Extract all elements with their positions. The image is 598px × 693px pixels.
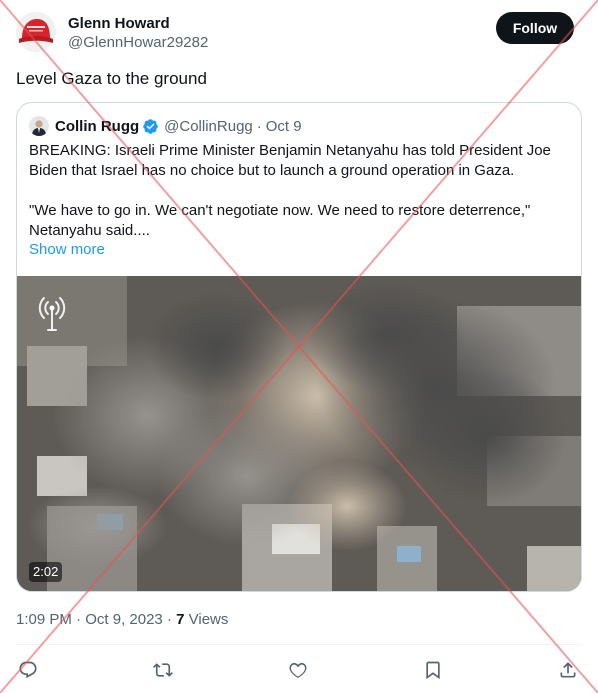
bookmark-button[interactable]: [421, 658, 445, 682]
action-bar: [16, 658, 580, 682]
separator-dot: ·: [256, 117, 262, 135]
video-duration: 2:02: [29, 562, 63, 582]
views-label: Views: [188, 611, 229, 628]
tweet-date[interactable]: Oct 9, 2023: [85, 611, 163, 628]
views-count: 7: [176, 611, 185, 628]
red-cap-icon: [16, 12, 56, 52]
show-more-link[interactable]: Show more: [29, 240, 105, 260]
retweet-button[interactable]: [151, 658, 175, 682]
separator-dot: ·: [76, 611, 82, 628]
verified-badge-icon: [143, 118, 158, 134]
person-avatar-icon: [29, 116, 49, 136]
bookmark-icon: [426, 661, 440, 680]
author-avatar[interactable]: [16, 12, 56, 52]
divider: [16, 644, 582, 645]
share-button[interactable]: [556, 658, 580, 682]
reply-button[interactable]: [16, 658, 40, 682]
quote-author-avatar[interactable]: [29, 116, 49, 136]
quote-paragraph: "We have to go in. We can't negotiate no…: [29, 202, 531, 239]
quote-paragraph: BREAKING: Israeli Prime Minister Benjami…: [29, 142, 551, 179]
tweet-meta: 1:09 PM · Oct 9, 2023 · 7 Views: [16, 610, 228, 630]
quote-tweet-card[interactable]: Collin Rugg @CollinRugg · Oct 9 BREAKING…: [16, 102, 582, 592]
quote-text: BREAKING: Israeli Prime Minister Benjami…: [29, 141, 569, 241]
quote-header: Collin Rugg @CollinRugg · Oct 9: [29, 115, 302, 137]
like-button[interactable]: [286, 658, 310, 682]
retweet-icon: [153, 663, 173, 677]
tweet-time[interactable]: 1:09 PM: [16, 611, 72, 628]
quote-author-handle[interactable]: @CollinRugg: [164, 118, 253, 135]
tweet-header: Glenn Howard @GlennHowar29282 Follow: [16, 12, 574, 56]
quote-date[interactable]: Oct 9: [266, 118, 302, 135]
follow-button[interactable]: Follow: [496, 12, 574, 44]
share-icon: [560, 662, 576, 678]
author-name[interactable]: Glenn Howard: [68, 14, 208, 33]
separator-dot: ·: [166, 611, 172, 628]
broadcast-watermark-icon: [38, 297, 66, 331]
video-player[interactable]: 2:02: [17, 276, 581, 591]
tweet-text: Level Gaza to the ground: [16, 69, 207, 88]
author-handle[interactable]: @GlennHowar29282: [68, 33, 208, 53]
reply-icon: [19, 661, 37, 679]
like-icon: [289, 662, 307, 679]
video-thumbnail: [17, 276, 581, 591]
quote-author-name[interactable]: Collin Rugg: [55, 118, 139, 135]
